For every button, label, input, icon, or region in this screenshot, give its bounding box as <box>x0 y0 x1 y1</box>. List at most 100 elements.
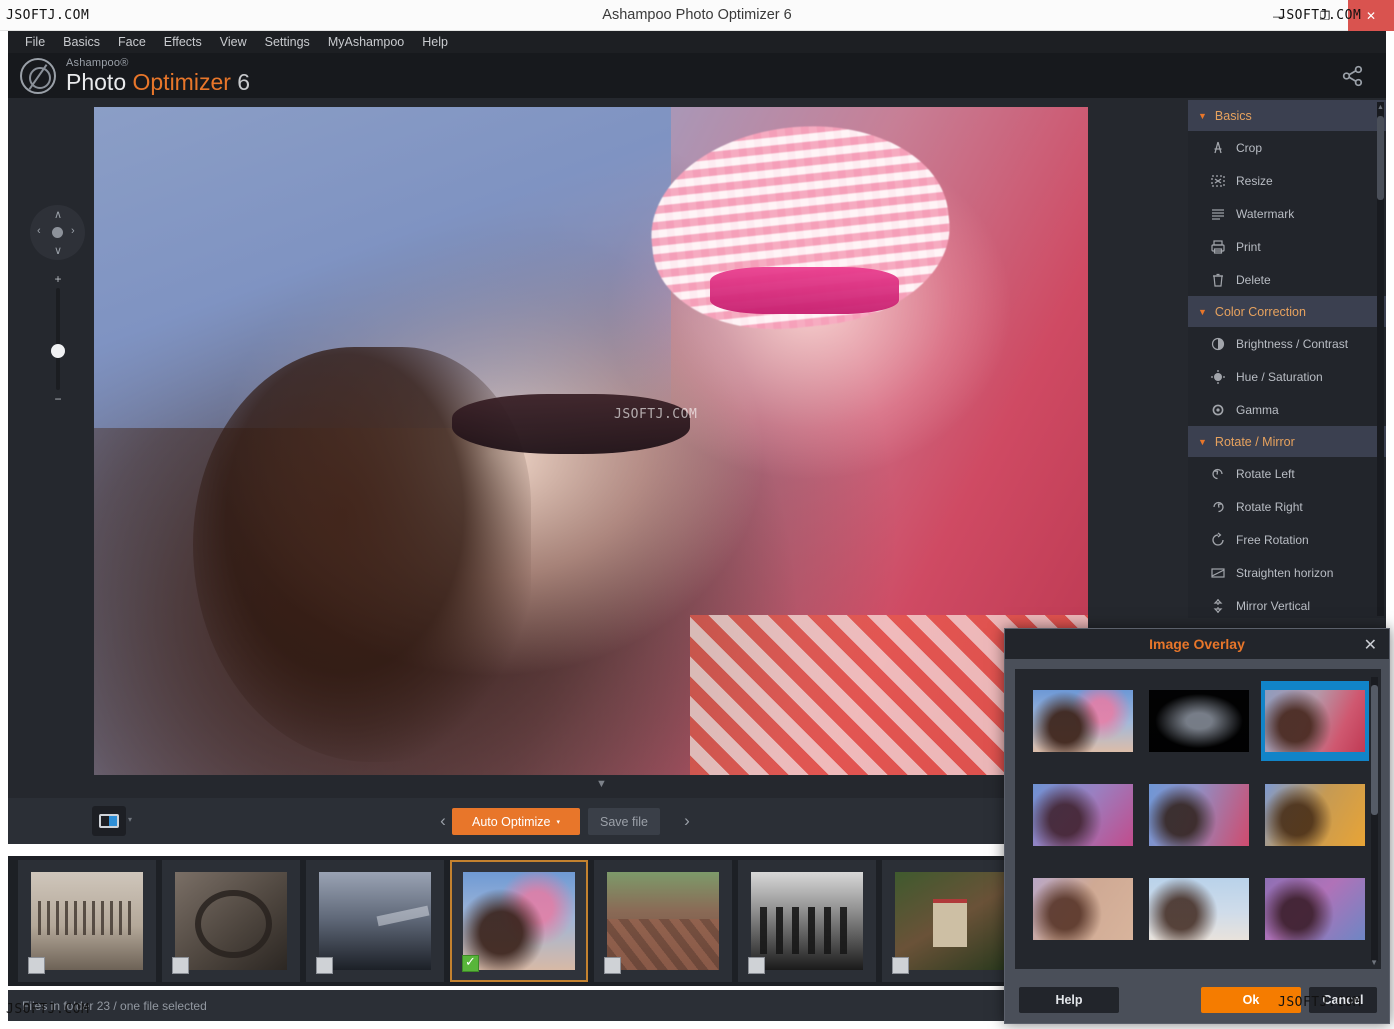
compare-caret-icon[interactable]: ▾ <box>128 815 132 824</box>
dialog-scrollbar[interactable] <box>1371 677 1378 961</box>
tool-group-title: Color Correction <box>1215 305 1306 319</box>
overlay-preview <box>1033 878 1133 940</box>
overlay-option[interactable] <box>1029 869 1137 949</box>
tool-label: Free Rotation <box>1236 533 1309 547</box>
thumbnail-checkbox[interactable] <box>172 957 189 974</box>
menu-effects[interactable]: Effects <box>155 33 211 51</box>
tool-print[interactable]: Print <box>1188 230 1386 263</box>
mirror-vertical-icon <box>1210 598 1226 614</box>
overlay-option-selected[interactable] <box>1261 681 1369 761</box>
tool-group-rotate-mirror[interactable]: ▼ Rotate / Mirror <box>1188 426 1386 457</box>
before-after-compare-button[interactable] <box>92 806 126 836</box>
tool-gamma[interactable]: Gamma <box>1188 393 1386 426</box>
filmstrip-thumbnail[interactable] <box>306 860 444 982</box>
pan-center-dot[interactable] <box>52 227 63 238</box>
overlay-option[interactable] <box>1261 775 1369 855</box>
pan-down-icon[interactable]: ∨ <box>54 244 62 257</box>
tool-rotate-left[interactable]: Rotate Left <box>1188 457 1386 490</box>
menu-help[interactable]: Help <box>413 33 457 51</box>
collapse-panel-icon[interactable]: ▼ <box>596 778 607 790</box>
tool-group-basics[interactable]: ▼ Basics <box>1188 100 1386 131</box>
help-button[interactable]: Help <box>1019 987 1119 1013</box>
tools-scrollbar[interactable] <box>1377 102 1384 616</box>
overlay-option[interactable] <box>1145 681 1253 761</box>
brightness-icon <box>1210 336 1226 352</box>
brand-product: Photo Optimizer 6 <box>66 71 250 94</box>
filmstrip-thumbnail-selected[interactable] <box>450 860 588 982</box>
tool-crop[interactable]: Crop <box>1188 131 1386 164</box>
before-after-icon <box>99 814 119 828</box>
cancel-button[interactable]: Cancel <box>1309 987 1377 1013</box>
maximize-button[interactable]: ❐ <box>1302 0 1348 31</box>
pan-right-icon[interactable]: › <box>71 225 75 237</box>
overlay-option[interactable] <box>1145 869 1253 949</box>
menu-file[interactable]: File <box>16 33 54 51</box>
pan-navigation-pad[interactable]: ∧ ∨ ‹ › <box>30 205 85 260</box>
pan-left-icon[interactable]: ‹ <box>37 225 41 237</box>
filmstrip-thumbnail[interactable] <box>738 860 876 982</box>
scroll-up-icon[interactable]: ▲ <box>1377 102 1384 113</box>
menubar: File Basics Face Effects View Settings M… <box>8 31 1386 53</box>
tool-mirror-vertical[interactable]: Mirror Vertical <box>1188 589 1386 618</box>
thumbnail-checkbox[interactable] <box>892 957 909 974</box>
menu-settings[interactable]: Settings <box>256 33 319 51</box>
tool-resize[interactable]: Resize <box>1188 164 1386 197</box>
tool-free-rotation[interactable]: Free Rotation <box>1188 523 1386 556</box>
save-file-button[interactable]: Save file <box>588 808 660 835</box>
thumbnail-checkbox[interactable] <box>604 957 621 974</box>
thumbnail-checkbox[interactable] <box>316 957 333 974</box>
overlay-preview <box>1265 878 1365 940</box>
thumbnail-checkbox[interactable] <box>28 957 45 974</box>
tool-hue-saturation[interactable]: Hue / Saturation <box>1188 360 1386 393</box>
watermark-icon <box>1210 206 1226 222</box>
zoom-track[interactable] <box>56 288 60 390</box>
close-button[interactable]: ✕ <box>1348 0 1394 31</box>
tool-label: Print <box>1236 240 1261 254</box>
filmstrip-thumbnail[interactable] <box>162 860 300 982</box>
zoom-handle[interactable] <box>51 344 65 358</box>
overlay-option[interactable] <box>1145 775 1253 855</box>
filmstrip-thumbnail[interactable] <box>882 860 1020 982</box>
overlay-option[interactable] <box>1261 869 1369 949</box>
previous-image-button[interactable]: ‹ <box>432 808 454 834</box>
thumbnail-checkbox[interactable] <box>748 957 765 974</box>
overlay-list[interactable]: ▼ <box>1015 669 1381 969</box>
tool-label: Resize <box>1236 174 1273 188</box>
dialog-scrollbar-thumb[interactable] <box>1371 685 1378 815</box>
zoom-out-icon[interactable]: − <box>53 394 63 404</box>
tool-rotate-right[interactable]: Rotate Right <box>1188 490 1386 523</box>
pan-up-icon[interactable]: ∧ <box>54 208 62 221</box>
tool-watermark[interactable]: Watermark <box>1188 197 1386 230</box>
minimize-button[interactable]: — <box>1256 0 1302 31</box>
image-canvas[interactable]: JSOFTJ.COM <box>94 107 1088 775</box>
menu-myashampoo[interactable]: MyAshampoo <box>319 33 413 51</box>
thumbnail-checkbox-checked[interactable] <box>462 955 479 972</box>
brand-word-photo: Photo <box>66 69 126 95</box>
tool-brightness-contrast[interactable]: Brightness / Contrast <box>1188 327 1386 360</box>
menu-view[interactable]: View <box>211 33 256 51</box>
scroll-down-icon[interactable]: ▼ <box>1370 958 1378 967</box>
overlay-option[interactable] <box>1029 775 1137 855</box>
tool-straighten-horizon[interactable]: Straighten horizon <box>1188 556 1386 589</box>
dialog-footer: Help Ok Cancel <box>1005 977 1391 1023</box>
gamma-icon <box>1210 402 1226 418</box>
filmstrip-thumbnail[interactable] <box>18 860 156 982</box>
close-icon[interactable]: ✕ <box>1364 635 1377 655</box>
auto-optimize-button[interactable]: Auto Optimize ▾ <box>452 808 580 835</box>
overlay-option[interactable] <box>1029 681 1137 761</box>
filmstrip-thumbnail[interactable] <box>594 860 732 982</box>
menu-face[interactable]: Face <box>109 33 155 51</box>
tool-group-color-correction[interactable]: ▼ Color Correction <box>1188 296 1386 327</box>
next-image-button[interactable]: › <box>676 808 698 834</box>
tool-delete[interactable]: Delete <box>1188 263 1386 296</box>
tool-label: Rotate Left <box>1236 467 1295 481</box>
zoom-slider[interactable]: + − <box>53 274 63 404</box>
menu-basics[interactable]: Basics <box>54 33 109 51</box>
tools-scrollbar-thumb[interactable] <box>1377 116 1384 200</box>
share-icon[interactable] <box>1340 63 1366 89</box>
tool-label: Brightness / Contrast <box>1236 337 1348 351</box>
expand-arrows-icon[interactable]: expand-arrows-icon <box>26 810 50 832</box>
zoom-in-icon[interactable]: + <box>53 274 63 284</box>
ok-button[interactable]: Ok <box>1201 987 1301 1013</box>
hue-icon <box>1210 369 1226 385</box>
